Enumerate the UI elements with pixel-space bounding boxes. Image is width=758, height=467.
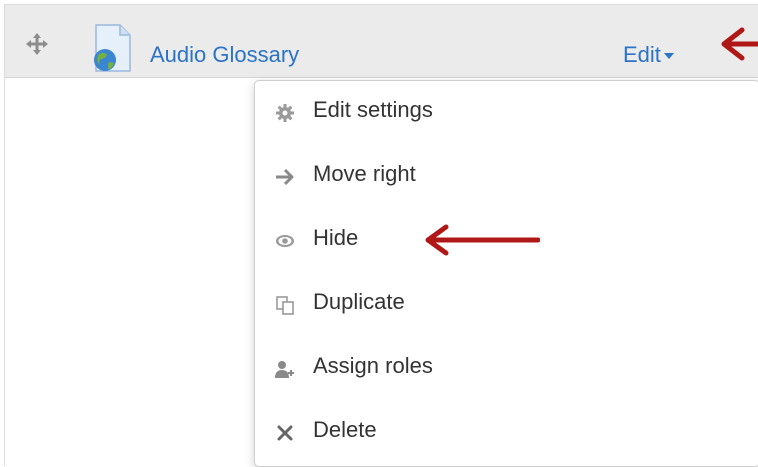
menu-item-label: Assign roles: [313, 353, 433, 378]
menu-item-label: Duplicate: [313, 289, 405, 314]
menu-item-label: Delete: [313, 417, 377, 442]
edit-menu-toggle[interactable]: Edit: [623, 42, 674, 68]
annotation-arrow-icon: [721, 27, 758, 61]
menu-item-label: Edit settings: [313, 97, 433, 122]
eye-icon: [276, 235, 294, 247]
menu-item-edit-settings[interactable]: Edit settings: [255, 83, 758, 139]
edit-dropdown-menu: Edit settings Move right Hide Duplicate: [254, 80, 758, 467]
menu-item-label: Hide: [313, 225, 359, 250]
close-icon: [277, 425, 293, 441]
menu-item-label: Move right: [313, 161, 416, 186]
arrow-right-icon: [276, 168, 294, 186]
menu-item-duplicate[interactable]: Duplicate: [255, 275, 758, 331]
duplicate-icon: [276, 296, 294, 315]
edit-menu-label: Edit: [623, 42, 661, 67]
move-icon[interactable]: [26, 33, 48, 55]
menu-item-delete[interactable]: Delete: [255, 403, 758, 459]
file-globe-icon: [94, 24, 131, 72]
activity-link[interactable]: Audio Glossary: [150, 42, 299, 68]
menu-item-move-right[interactable]: Move right: [255, 147, 758, 203]
menu-item-assign-roles[interactable]: Assign roles: [255, 339, 758, 395]
gear-icon: [276, 104, 294, 122]
chevron-down-icon: [663, 53, 674, 60]
annotation-arrow-icon: [425, 224, 540, 256]
user-plus-icon: [275, 361, 294, 378]
